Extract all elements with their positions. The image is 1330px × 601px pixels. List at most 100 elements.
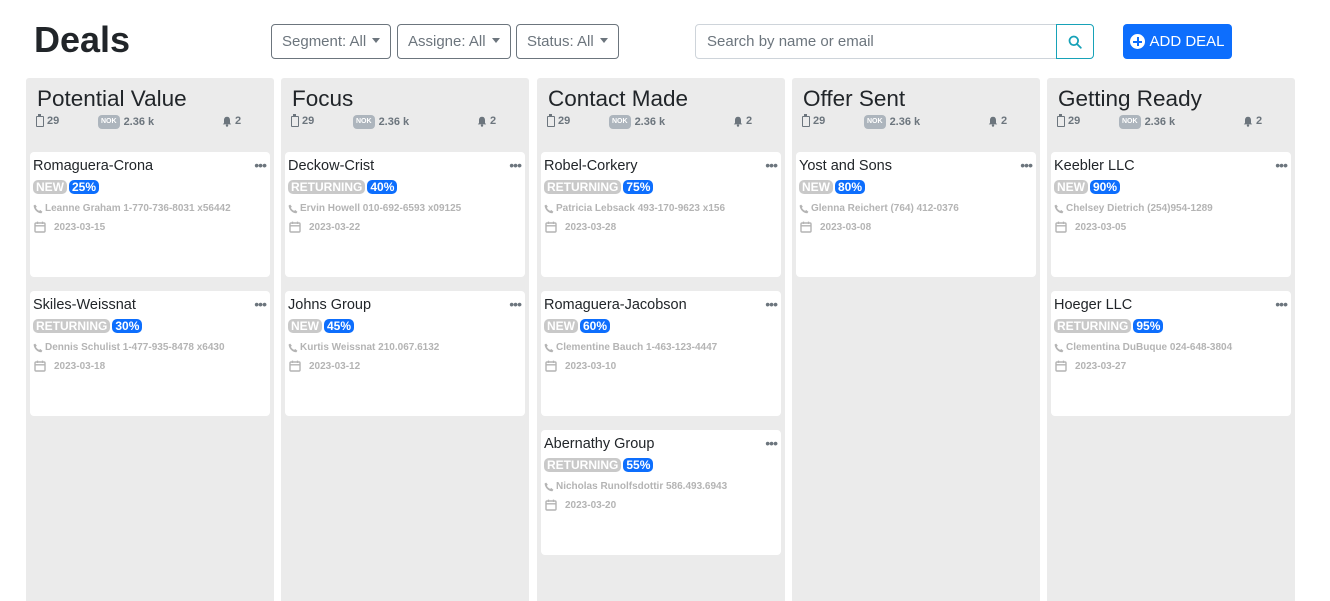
deal-card[interactable]: Skiles-Weissnat ••• RETURNING 30% Dennis Sch…: [30, 291, 270, 416]
search-input[interactable]: [695, 24, 1057, 59]
nok-currency-icon: NOK: [98, 115, 120, 129]
status-badge: RETURNING: [544, 458, 622, 472]
stage-stats: 29 NOK 2.36 k 2: [547, 113, 777, 129]
deal-date-text: 2023-03-18: [54, 360, 106, 372]
deal-contact-text: Clementina DuBuque 024-648-3804: [1066, 342, 1233, 353]
probability-badge: 55%: [623, 458, 654, 472]
clipboard-icon: [547, 113, 555, 127]
stage-alerts: 2: [477, 115, 496, 127]
deal-name: Skiles-Weissnat: [33, 297, 136, 313]
nok-currency-icon: NOK: [353, 115, 375, 129]
ellipsis-icon[interactable]: •••: [254, 297, 267, 311]
nok-currency-icon: NOK: [1119, 115, 1141, 129]
deal-contact-text: Chelsey Dietrich (254)954-1289: [1066, 203, 1213, 214]
deal-count-value: 29: [1068, 115, 1081, 127]
caret-down-icon: [372, 38, 381, 44]
stage-title: Focus: [292, 86, 354, 111]
deal-date: 2023-03-18: [33, 360, 105, 372]
deal-count: 29: [36, 113, 59, 127]
ellipsis-icon[interactable]: •••: [254, 158, 267, 172]
page-title: Deals: [34, 19, 131, 60]
deal-contact: Dennis Schulist 1-477-935-8478 x6430: [33, 342, 225, 353]
deal-card[interactable]: Romaguera-Jacobson ••• NEW 60% Clementine Ba…: [541, 291, 781, 416]
add-deal-button[interactable]: ADD DEAL: [1123, 24, 1232, 59]
nok-currency-icon: NOK: [609, 115, 631, 129]
stage-title: Offer Sent: [803, 86, 906, 111]
deal-badges: RETURNING 75%: [544, 180, 654, 194]
deal-card[interactable]: Deckow-Crist ••• RETURNING 40% Ervin Howell …: [285, 152, 525, 277]
ellipsis-icon[interactable]: •••: [765, 158, 778, 172]
status-badge: NEW: [544, 319, 578, 333]
status-badge: NEW: [1054, 180, 1088, 194]
caret-down-icon: [599, 38, 608, 44]
ellipsis-icon[interactable]: •••: [765, 436, 778, 450]
deal-count-value: 29: [558, 115, 571, 127]
calendar-icon: [34, 360, 46, 372]
deal-badges: RETURNING 95%: [1054, 319, 1164, 333]
phone-icon: [33, 343, 43, 353]
deal-count: 29: [802, 113, 825, 127]
deal-date-text: 2023-03-15: [54, 221, 106, 233]
status-badge: NEW: [33, 180, 67, 194]
phone-icon: [544, 204, 554, 214]
deal-card[interactable]: Johns Group ••• NEW 45% Kurtis Weissnat 210.…: [285, 291, 525, 416]
deal-name: Johns Group: [288, 297, 372, 313]
deal-badges: RETURNING 55%: [544, 458, 654, 472]
deal-contact-text: Glenna Reichert (764) 412-0376: [811, 203, 959, 214]
phone-icon: [33, 204, 43, 214]
assignee-filter-dropdown[interactable]: Assigne: All: [397, 24, 511, 59]
deal-card[interactable]: Robel-Corkery ••• RETURNING 75% Patricia Leb…: [541, 152, 781, 277]
deal-name: Romaguera-Crona: [33, 158, 154, 174]
deal-card[interactable]: Hoeger LLC ••• RETURNING 95% Clementina DuBu…: [1051, 291, 1291, 416]
status-badge: RETURNING: [33, 319, 111, 333]
stage-value: NOK 2.36 k: [1119, 115, 1175, 129]
deal-card[interactable]: Abernathy Group ••• RETURNING 55% Nicholas R…: [541, 430, 781, 555]
stage-value-amount: 2.36 k: [889, 116, 921, 128]
search-button[interactable]: [1056, 24, 1094, 59]
segment-filter-dropdown[interactable]: Segment: All: [271, 24, 392, 59]
deal-contact: Clementine Bauch 1-463-123-4447: [544, 342, 717, 353]
deal-badges: NEW 80%: [799, 180, 866, 194]
deal-date: 2023-03-20: [544, 499, 616, 511]
deal-card[interactable]: Romaguera-Crona ••• NEW 25% Leanne Graham 1-…: [30, 152, 270, 277]
deal-date: 2023-03-15: [33, 221, 105, 233]
deal-badges: NEW 25%: [33, 180, 100, 194]
caret-down-icon: [491, 38, 500, 44]
deal-contact: Patricia Lebsack 493-170-9623 x156: [544, 203, 725, 214]
deal-date-text: 2023-03-28: [565, 221, 617, 233]
deal-date: 2023-03-27: [1054, 360, 1126, 372]
deal-date: 2023-03-08: [799, 221, 871, 233]
deal-count: 29: [1057, 113, 1081, 127]
add-deal-label: ADD DEAL: [1149, 33, 1225, 50]
deal-name: Keebler LLC: [1054, 158, 1135, 174]
stage-column: Focus 29 NOK 2.36 k 2 Deckow-Crist ••• RETURNIN…: [281, 78, 529, 601]
phone-icon: [288, 343, 298, 353]
deal-date-text: 2023-03-10: [565, 360, 617, 372]
assignee-filter-label: Assigne: All: [408, 33, 486, 50]
deal-contact-text: Dennis Schulist 1-477-935-8478 x6430: [45, 342, 225, 353]
probability-badge: 90%: [1090, 180, 1121, 194]
stage-alerts-count: 2: [746, 115, 753, 127]
calendar-icon: [1055, 360, 1067, 372]
ellipsis-icon[interactable]: •••: [1275, 158, 1288, 172]
ellipsis-icon[interactable]: •••: [765, 297, 778, 311]
deal-card[interactable]: Keebler LLC ••• NEW 90% Chelsey Dietrich (25…: [1051, 152, 1291, 277]
stage-column: Offer Sent 29 NOK 2.36 k 2 Yost and Sons ••• NE…: [792, 78, 1040, 601]
ellipsis-icon[interactable]: •••: [1275, 297, 1288, 311]
ellipsis-icon[interactable]: •••: [509, 297, 522, 311]
deal-date: 2023-03-22: [288, 221, 360, 233]
bell-icon: [733, 116, 743, 127]
calendar-icon: [289, 360, 301, 372]
deal-count: 29: [291, 113, 314, 127]
status-filter-dropdown[interactable]: Status: All: [516, 24, 619, 59]
probability-badge: 95%: [1133, 319, 1164, 333]
ellipsis-icon[interactable]: •••: [1020, 158, 1033, 172]
search-icon: [1068, 35, 1082, 49]
deal-card[interactable]: Yost and Sons ••• NEW 80% Glenna Reichert (7…: [796, 152, 1036, 277]
stage-title: Getting Ready: [1058, 86, 1202, 111]
deal-contact: Kurtis Weissnat 210.067.6132: [288, 342, 439, 353]
ellipsis-icon[interactable]: •••: [509, 158, 522, 172]
clipboard-icon: [36, 113, 44, 127]
stage-alerts: 2: [222, 115, 241, 127]
stage-alerts-count: 2: [235, 115, 242, 127]
